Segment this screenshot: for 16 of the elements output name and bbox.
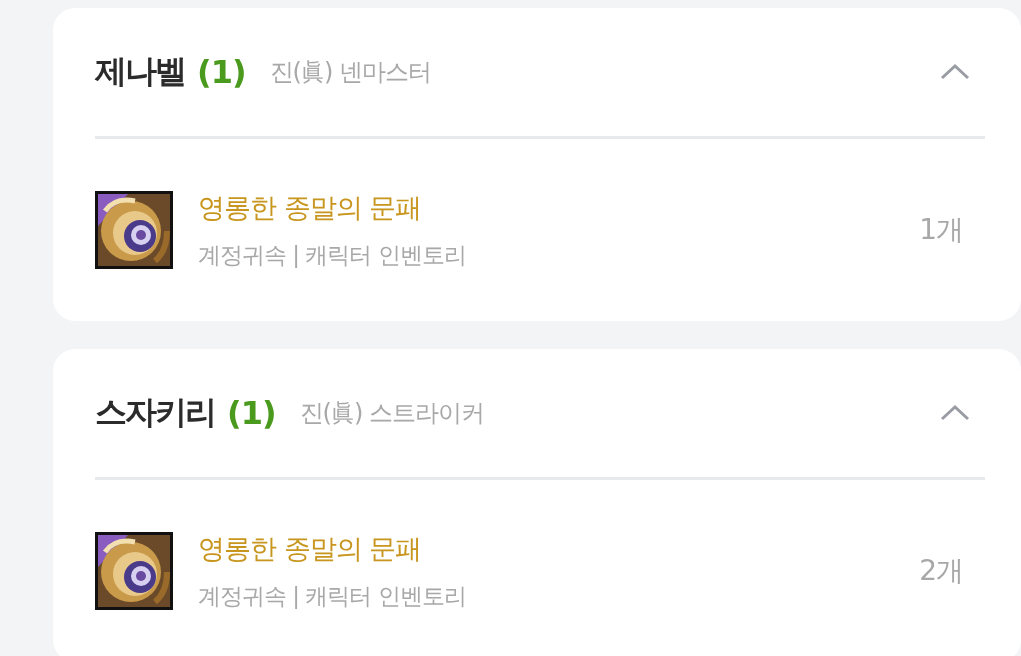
character-name: 스자키리: [95, 392, 215, 433]
item-details: 계정귀속 | 캐릭터 인벤토리: [198, 240, 466, 270]
item-quantity: 1개: [919, 212, 963, 248]
item-name[interactable]: 영롱한 종말의 문패: [198, 530, 466, 567]
chevron-up-icon: [939, 62, 971, 82]
character-name: 제나벨: [95, 51, 185, 92]
chevron-up-icon: [939, 403, 971, 423]
collapse-button[interactable]: [939, 403, 971, 423]
character-class: 진(眞) 스트라이커: [299, 398, 484, 429]
item-details: 계정귀속 | 캐릭터 인벤토리: [198, 581, 466, 611]
collapse-button[interactable]: [939, 62, 971, 82]
item-quantity: 2개: [919, 553, 963, 589]
item-count: (1): [197, 53, 246, 91]
character-class: 진(眞) 넨마스터: [269, 57, 431, 88]
item-count: (1): [227, 394, 276, 432]
item-name[interactable]: 영롱한 종말의 문패: [198, 189, 466, 226]
